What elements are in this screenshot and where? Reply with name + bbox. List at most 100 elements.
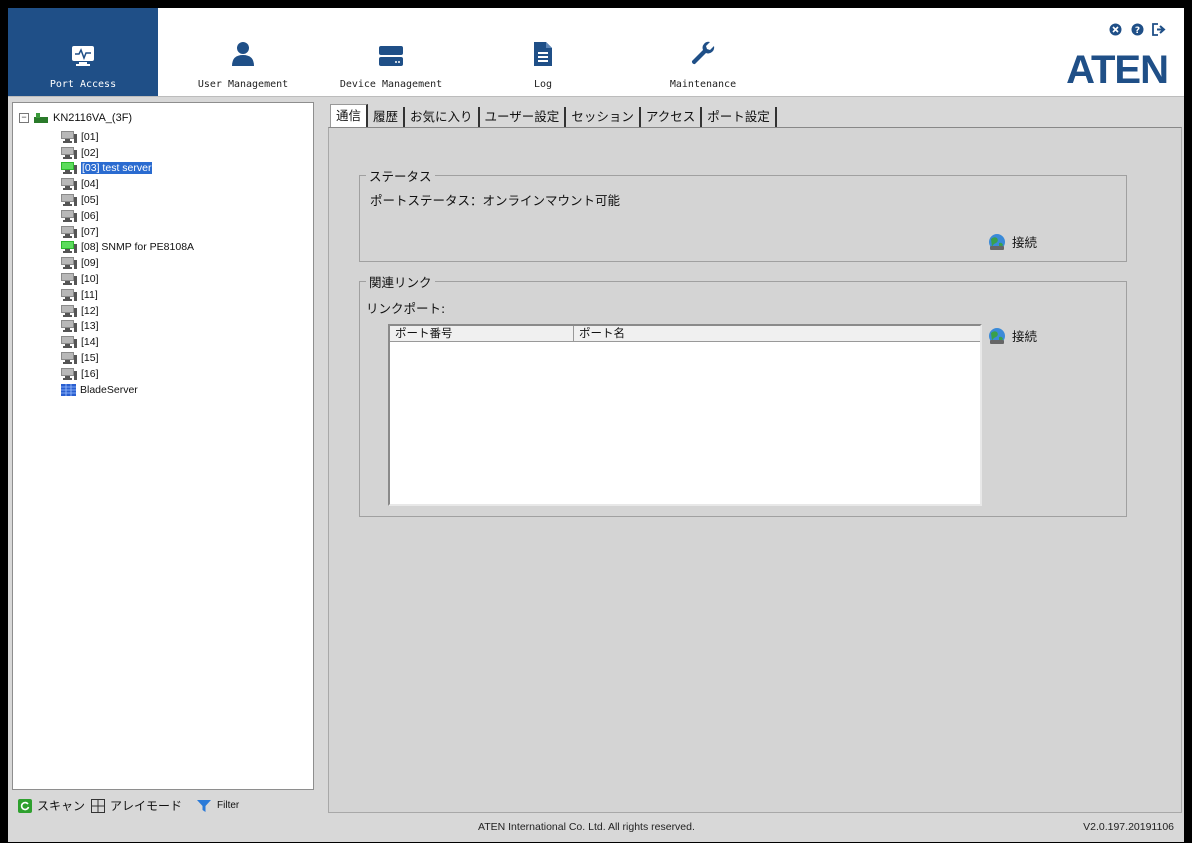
tree-item-label: [16] [81,367,99,380]
offline-computer-icon [61,352,77,365]
kvm-switch-icon [34,113,48,123]
connect-button[interactable]: 接続 [988,232,1037,251]
offline-computer-icon [61,320,77,333]
nav-label: User Management [197,79,289,90]
nav-maintenance[interactable]: Maintenance [628,8,778,96]
nav-label: Device Management [339,79,443,90]
offline-computer-icon [61,209,77,222]
tab-content: ステータス ポートステータス：オンラインマウント可能 接続 関連リンク リンクポ… [328,127,1182,813]
nav-label: Port Access [49,79,117,90]
tree-item[interactable]: BladeServer [61,382,194,398]
offline-computer-icon [61,194,77,207]
array-mode-label: アレイモード [110,799,183,813]
link-connect-button[interactable]: 接続 [988,326,1037,345]
connect-label: 接続 [1012,235,1038,250]
copyright-text: ATEN International Co. Ltd. All rights r… [478,821,695,833]
tab-0[interactable]: 通信 [330,104,369,127]
offline-computer-icon [61,288,77,301]
tree-item-label: [07] [81,225,99,238]
column-port-number[interactable]: ポート番号 [390,326,573,341]
device-icon [378,37,404,67]
status-group-title: ステータス [366,166,435,185]
tree-item[interactable]: [14] [61,334,194,350]
logout-icon[interactable] [1152,22,1166,36]
tree-root[interactable]: − KN2116VA_(3F) [19,112,132,124]
scan-label: スキャン [37,799,86,813]
tree-item[interactable]: [01] [61,129,194,145]
tree-item-label: [05] [81,194,99,207]
tree-item[interactable]: [07] [61,224,194,240]
nav-label: Log [533,79,553,90]
scan-icon [18,798,32,813]
tree-root-label: KN2116VA_(3F) [53,112,133,124]
tree-item[interactable]: [04] [61,176,194,192]
port-status-text: ポートステータス：オンラインマウント可能 [370,193,621,208]
filter-button[interactable]: Filter [196,799,239,813]
footer: ATEN International Co. Ltd. All rights r… [8,814,1184,842]
tab-1[interactable]: 履歴 [368,107,406,127]
offline-computer-icon [61,336,77,349]
tree-item[interactable]: [13] [61,319,194,335]
offline-computer-icon [61,367,77,380]
document-icon [533,37,553,67]
tab-bar: 通信 履歴 お気に入り ユーザー設定 セッション アクセス ポート設定 [330,104,777,127]
collapse-icon[interactable]: − [19,113,29,123]
scan-button[interactable]: スキャン [18,797,85,814]
tree-item[interactable]: [06] [61,208,194,224]
nav-log[interactable]: Log [468,8,618,96]
column-port-name[interactable]: ポート名 [573,326,980,341]
tree-item-label: [14] [81,336,99,349]
link-port-label: リンクポート: [366,301,446,316]
online-computer-icon [61,162,77,175]
offline-computer-icon [61,273,77,286]
nav-user-management[interactable]: User Management [168,8,318,96]
nav-device-management[interactable]: Device Management [316,8,466,96]
tree-item-label: [15] [81,352,99,365]
grid-icon [91,798,106,813]
online-computer-icon [61,241,77,254]
list-header: ポート番号 ポート名 [390,326,980,342]
nav-label: Maintenance [669,79,737,90]
blade-server-icon [61,383,76,396]
tab-2[interactable]: お気に入り [405,107,480,127]
tree-item-label: [06] [81,209,99,222]
array-mode-button[interactable]: アレイモード [91,797,182,814]
tree-item-label: [09] [81,257,99,270]
tree-item[interactable]: [08] SNMP for PE8108A [61,240,194,256]
wrench-icon [690,37,716,67]
tree-item-label: [03] test server [81,162,153,175]
offline-computer-icon [61,304,77,317]
user-icon [231,37,255,67]
tree-item-label: [04] [81,178,99,191]
tree-item[interactable]: [03] test server [61,161,194,177]
tree-item[interactable]: [10] [61,271,194,287]
tree-item[interactable]: [15] [61,350,194,366]
aten-logo: ATEN [1066,48,1169,92]
app-screen: Port Access User Management Device Manag… [8,8,1184,842]
tree-item[interactable]: [02] [61,145,194,161]
tree-item[interactable]: [09] [61,255,194,271]
tree-item[interactable]: [11] [61,287,194,303]
tab-5[interactable]: アクセス [641,107,703,127]
tab-3[interactable]: ユーザー設定 [480,107,567,127]
tree-item[interactable]: [16] [61,366,194,382]
tab-4[interactable]: セッション [566,107,641,127]
help-icon[interactable]: ? [1130,22,1144,36]
tab-6[interactable]: ポート設定 [702,107,777,127]
close-circle-icon[interactable] [1108,22,1122,36]
tree-item-label: [08] SNMP for PE8108A [81,241,195,254]
top-nav-bar: Port Access User Management Device Manag… [8,8,1184,97]
top-icon-group: ? [1108,22,1166,36]
link-port-list[interactable]: ポート番号 ポート名 [388,324,982,506]
nav-port-access[interactable]: Port Access [8,8,158,96]
related-link-title: 関連リンク [366,272,435,291]
tree-item-label: [13] [81,320,99,333]
tree-item-label: [02] [81,146,99,159]
tree-item[interactable]: [12] [61,303,194,319]
tree-item[interactable]: [05] [61,192,194,208]
offline-computer-icon [61,257,77,270]
tree-item-label: [12] [81,304,99,317]
filter-label: Filter [217,800,240,811]
tree-item-label: [10] [81,273,99,286]
tree-item-label: BladeServer [80,383,138,396]
